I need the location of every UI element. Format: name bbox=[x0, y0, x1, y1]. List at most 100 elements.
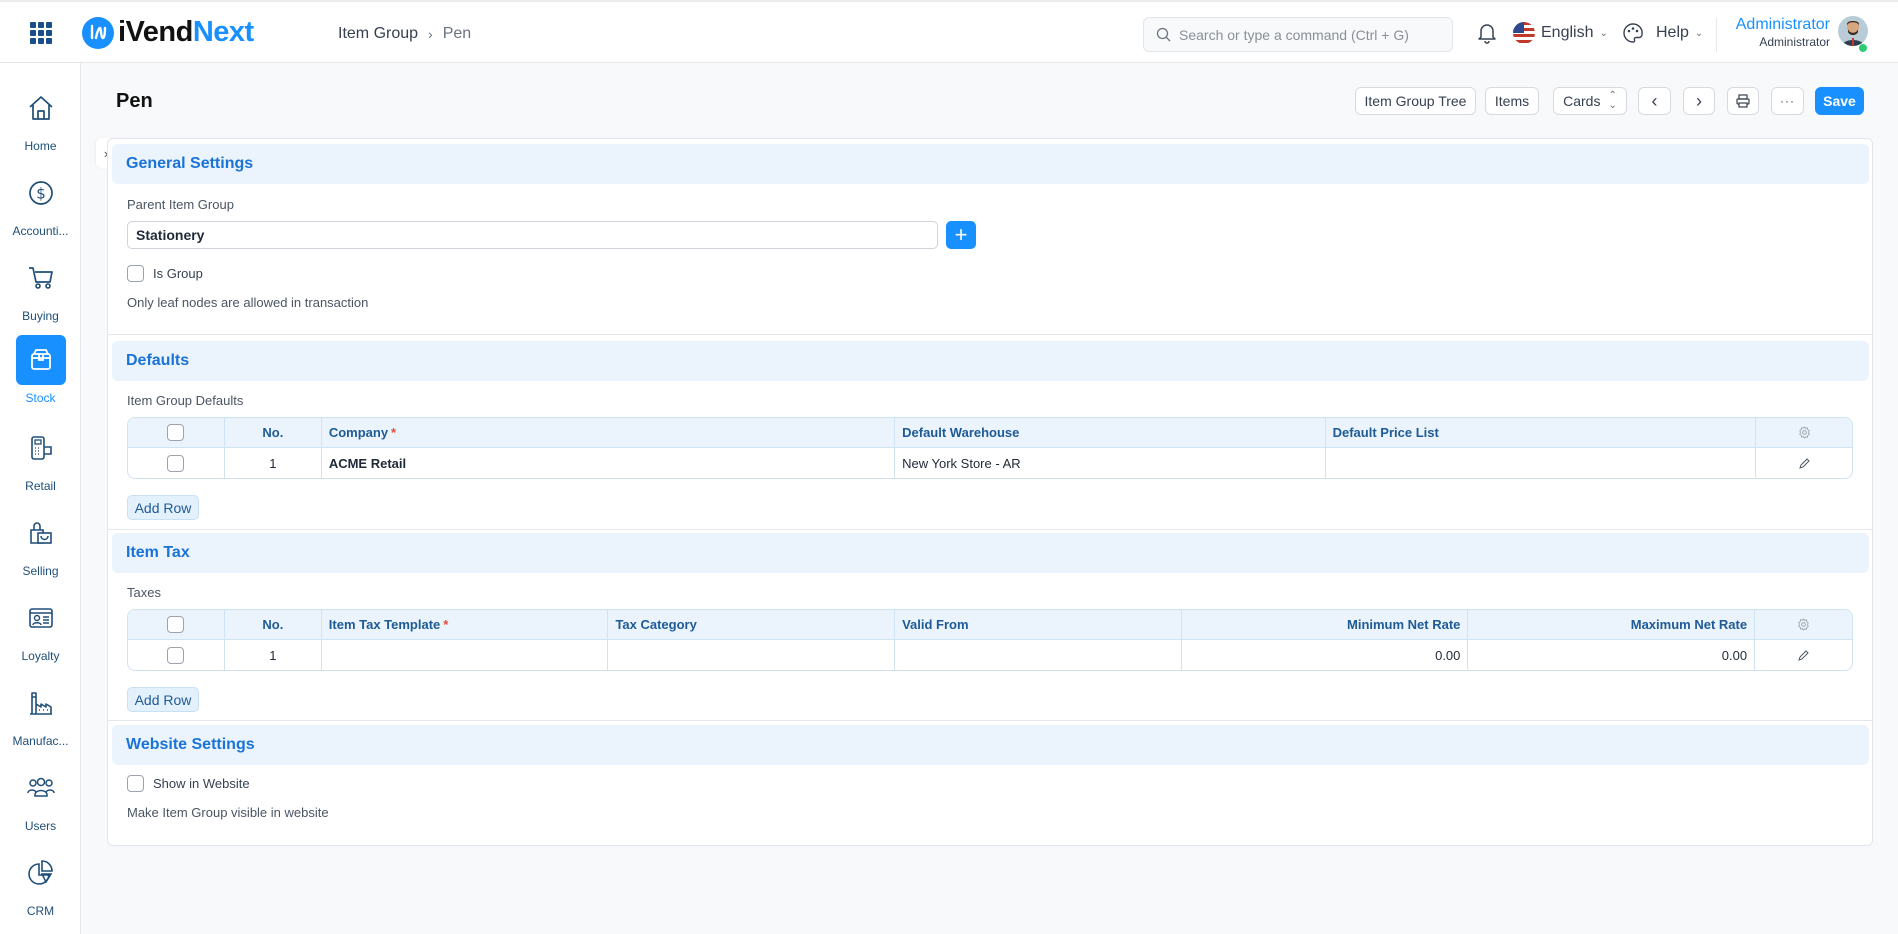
user-menu[interactable]: Administrator Administrator bbox=[1728, 16, 1830, 49]
row-checkbox[interactable] bbox=[167, 454, 185, 472]
form-card: General Settings Parent Item Group Stati… bbox=[107, 138, 1873, 846]
table-header-row: No. Item Tax Template * Tax Category Vali… bbox=[128, 610, 1852, 640]
cell-valid-from[interactable] bbox=[895, 640, 1182, 670]
app-logo[interactable]: iVendNext bbox=[82, 16, 254, 49]
col-default-price-list: Default Price List bbox=[1326, 418, 1757, 447]
cell-tax-category[interactable] bbox=[608, 640, 896, 670]
printer-icon bbox=[1736, 94, 1750, 108]
row-select-cell bbox=[128, 640, 225, 670]
taxes-label: Taxes bbox=[127, 585, 161, 600]
section-general-settings[interactable]: General Settings bbox=[112, 144, 1869, 184]
is-group-checkbox[interactable] bbox=[127, 265, 144, 282]
section-defaults[interactable]: Defaults bbox=[112, 341, 1869, 381]
cell-default-price-list[interactable] bbox=[1326, 448, 1757, 478]
top-navbar: iVendNext Item Group › Pen Search or typ… bbox=[0, 0, 1898, 63]
notification-bell-icon[interactable] bbox=[1477, 22, 1497, 44]
sidebar-label: Loyalty bbox=[21, 649, 60, 663]
required-mark: * bbox=[443, 617, 449, 632]
sidebar-item-home[interactable]: Home bbox=[0, 83, 81, 161]
sidebar: Home $ Accounti... Buying Stock Retail S… bbox=[0, 63, 81, 934]
edit-row-pencil-icon[interactable] bbox=[1756, 448, 1852, 478]
edit-row-pencil-icon[interactable] bbox=[1755, 640, 1852, 670]
sidebar-item-buying[interactable]: Buying bbox=[0, 253, 81, 331]
cell-default-warehouse[interactable]: New York Store - AR bbox=[895, 448, 1326, 478]
table-row[interactable]: 1 ACME Retail New York Store - AR bbox=[128, 448, 1852, 478]
avatar[interactable] bbox=[1838, 16, 1868, 46]
previous-button[interactable]: ‹ bbox=[1638, 87, 1671, 115]
pos-terminal-icon bbox=[16, 423, 66, 473]
sidebar-label: Users bbox=[24, 819, 57, 833]
col-tax-category: Tax Category bbox=[608, 610, 896, 639]
select-all-checkbox[interactable] bbox=[167, 424, 185, 441]
taxes-add-row-button[interactable]: Add Row bbox=[127, 687, 199, 712]
user-role: Administrator bbox=[1759, 35, 1830, 49]
view-select[interactable]: Cards ⌃ ⌄ bbox=[1553, 87, 1627, 115]
more-actions-button[interactable]: ··· bbox=[1771, 87, 1804, 115]
section-divider bbox=[108, 529, 1872, 530]
cell-item-tax-template[interactable] bbox=[322, 640, 609, 670]
user-name: Administrator bbox=[1735, 16, 1830, 33]
defaults-add-row-button[interactable]: Add Row bbox=[127, 495, 199, 520]
items-button[interactable]: Items bbox=[1485, 87, 1539, 115]
sidebar-item-manufacturing[interactable]: Manufac... bbox=[0, 678, 81, 756]
chevron-left-icon: ‹ bbox=[1651, 90, 1658, 111]
section-divider bbox=[108, 720, 1872, 721]
sidebar-item-users[interactable]: Users bbox=[0, 763, 81, 841]
cell-minimum-net-rate[interactable]: 0.00 bbox=[1182, 640, 1469, 670]
help-dropdown[interactable]: Help ⌄ bbox=[1656, 24, 1703, 42]
id-card-icon bbox=[16, 593, 66, 643]
cell-maximum-net-rate[interactable]: 0.00 bbox=[1468, 640, 1756, 670]
shopping-bag-icon bbox=[16, 508, 66, 558]
item-group-defaults-table: No. Company * Default Warehouse Default P… bbox=[127, 417, 1853, 479]
search-placeholder: Search or type a command (Ctrl + G) bbox=[1179, 26, 1409, 43]
language-dropdown[interactable]: English ⌄ bbox=[1513, 22, 1608, 44]
row-select-cell bbox=[128, 448, 225, 478]
column-settings-gear-icon[interactable] bbox=[1756, 418, 1852, 447]
sidebar-item-retail[interactable]: Retail bbox=[0, 423, 81, 501]
row-no: 1 bbox=[225, 640, 322, 670]
logo-mark-icon bbox=[82, 16, 114, 49]
page-title: Pen bbox=[116, 90, 153, 112]
theme-palette-icon[interactable] bbox=[1622, 22, 1644, 44]
sidebar-item-loyalty[interactable]: Loyalty bbox=[0, 593, 81, 671]
sidebar-label: Retail bbox=[25, 479, 56, 493]
item-group-tree-button[interactable]: Item Group Tree bbox=[1355, 87, 1476, 115]
next-button[interactable]: › bbox=[1683, 87, 1715, 115]
chevron-down-icon: ⌄ bbox=[1694, 27, 1704, 39]
select-all-cell bbox=[128, 418, 225, 447]
taxes-table: No. Item Tax Template * Tax Category Vali… bbox=[127, 609, 1853, 671]
col-item-tax-template-label: Item Tax Template bbox=[328, 617, 441, 632]
breadcrumb-item-group[interactable]: Item Group bbox=[338, 25, 418, 43]
cell-company[interactable]: ACME Retail bbox=[322, 448, 896, 478]
add-parent-plus-icon[interactable]: + bbox=[946, 221, 976, 249]
sidebar-item-stock[interactable]: Stock bbox=[0, 335, 81, 413]
parent-item-group-input[interactable]: Stationery bbox=[127, 221, 938, 249]
section-website-settings[interactable]: Website Settings bbox=[112, 725, 1869, 765]
save-button[interactable]: Save bbox=[1815, 87, 1864, 115]
is-group-description: Only leaf nodes are allowed in transacti… bbox=[127, 295, 369, 310]
column-settings-gear-icon[interactable] bbox=[1755, 610, 1852, 639]
table-row[interactable]: 1 0.00 0.00 bbox=[128, 640, 1852, 670]
show-in-website-checkbox[interactable] bbox=[127, 775, 144, 792]
row-no: 1 bbox=[225, 448, 322, 478]
select-all-checkbox[interactable] bbox=[167, 616, 185, 633]
chevron-down-icon: ⌄ bbox=[1599, 27, 1608, 39]
print-button[interactable] bbox=[1727, 87, 1759, 115]
pie-chart-icon bbox=[16, 848, 66, 898]
is-group-label: Is Group bbox=[153, 266, 203, 281]
navbar-divider bbox=[1716, 18, 1717, 52]
sidebar-item-selling[interactable]: Selling bbox=[0, 508, 81, 586]
parent-item-group-label: Parent Item Group bbox=[127, 197, 234, 212]
item-group-defaults-label: Item Group Defaults bbox=[127, 393, 244, 408]
section-item-tax[interactable]: Item Tax bbox=[112, 533, 1869, 573]
sidebar-item-accounting[interactable]: $ Accounti... bbox=[0, 168, 81, 246]
apps-grid-icon[interactable] bbox=[30, 22, 52, 44]
sidebar-item-crm[interactable]: CRM bbox=[0, 848, 81, 926]
search-input[interactable]: Search or type a command (Ctrl + G) bbox=[1143, 17, 1453, 52]
row-checkbox[interactable] bbox=[167, 646, 185, 664]
required-mark: * bbox=[391, 425, 397, 440]
cart-icon bbox=[16, 253, 66, 303]
show-in-website-label: Show in Website bbox=[153, 776, 250, 791]
col-no: No. bbox=[225, 610, 322, 639]
sidebar-label: CRM bbox=[26, 904, 55, 918]
